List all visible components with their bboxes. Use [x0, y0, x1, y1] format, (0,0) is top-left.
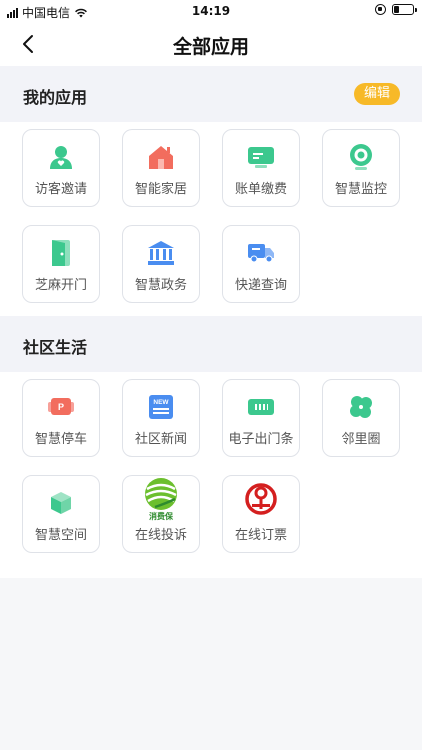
app-label: 访客邀请: [34, 182, 87, 197]
app-label: 智慧政务: [134, 278, 187, 293]
app-label: 智慧空间: [34, 528, 87, 543]
railway-logo-icon: [244, 482, 278, 516]
app-neighborhood[interactable]: 邻里圈: [322, 379, 400, 457]
app-label: 电子出门条: [228, 432, 294, 447]
news-badge: NEW: [153, 399, 169, 406]
app-online-complaint[interactable]: 消费保 在线投诉: [122, 475, 200, 553]
app-smart-government[interactable]: 智慧政务: [122, 225, 200, 303]
nav-bar: 全部应用: [0, 22, 422, 66]
app-smart-monitor[interactable]: 智慧监控: [322, 129, 400, 207]
app-label: 芝麻开门: [34, 278, 87, 293]
app-smart-space[interactable]: 智慧空间: [22, 475, 100, 553]
svg-text:P: P: [58, 402, 64, 412]
government-icon: [146, 238, 176, 268]
app-label: 智能家居: [134, 182, 187, 197]
app-express-query[interactable]: 快递查询: [222, 225, 300, 303]
app-online-ticket[interactable]: 在线订票: [222, 475, 300, 553]
app-open-door[interactable]: 芝麻开门: [22, 225, 100, 303]
app-label: 智慧监控: [334, 182, 387, 197]
app-label: 快递查询: [234, 278, 287, 293]
app-smart-home[interactable]: 智能家居: [122, 129, 200, 207]
app-exit-pass[interactable]: 电子出门条: [222, 379, 300, 457]
bill-icon: [246, 142, 276, 172]
app-community-news[interactable]: NEW 社区新闻: [122, 379, 200, 457]
app-bill-payment[interactable]: 账单缴费: [222, 129, 300, 207]
app-label: 在线订票: [234, 528, 287, 543]
app-smart-parking[interactable]: P 智慧停车: [22, 379, 100, 457]
news-icon: NEW: [146, 392, 176, 422]
visitor-icon: [46, 142, 76, 172]
community-title: 社区生活: [23, 338, 88, 357]
status-bar: 中国电信 14:19: [0, 0, 422, 22]
status-time: 14:19: [191, 4, 231, 18]
edit-button[interactable]: 编辑: [354, 83, 400, 105]
pass-icon: [246, 392, 276, 422]
truck-icon: [246, 238, 276, 268]
cube-icon: [46, 488, 76, 518]
community-header: 社区生活: [0, 316, 422, 372]
app-label: 社区新闻: [134, 432, 187, 447]
parking-icon: P: [46, 392, 76, 422]
app-label: 邻里圈: [341, 432, 381, 447]
my-apps-grid: 访客邀请 智能家居 账单缴费 智慧监控 芝麻开门 智慧政务 快递查询: [0, 122, 422, 316]
status-right: [375, 4, 417, 15]
house-icon: [146, 142, 176, 172]
rotation-lock-icon: [375, 4, 386, 15]
battery-fill: [394, 6, 400, 13]
app-label: 账单缴费: [234, 182, 287, 197]
complaint-logo-icon: 消费保: [135, 477, 187, 521]
app-label: 智慧停车: [34, 432, 87, 447]
camera-icon: [346, 142, 376, 172]
page-title: 全部应用: [172, 36, 249, 58]
my-apps-title: 我的应用: [23, 88, 88, 107]
page-background: [0, 578, 422, 750]
door-icon: [46, 238, 76, 268]
app-label: 在线投诉: [134, 528, 187, 543]
clover-icon: [346, 392, 376, 422]
svg-text:消费保: 消费保: [149, 511, 174, 521]
community-grid: P 智慧停车 NEW 社区新闻 电子出门条 邻里圈 智慧空间 消费保 在线投诉 …: [0, 372, 422, 578]
my-apps-header: 我的应用 编辑: [0, 66, 422, 122]
app-visitor-invite[interactable]: 访客邀请: [22, 129, 100, 207]
battery-icon: [392, 4, 417, 15]
